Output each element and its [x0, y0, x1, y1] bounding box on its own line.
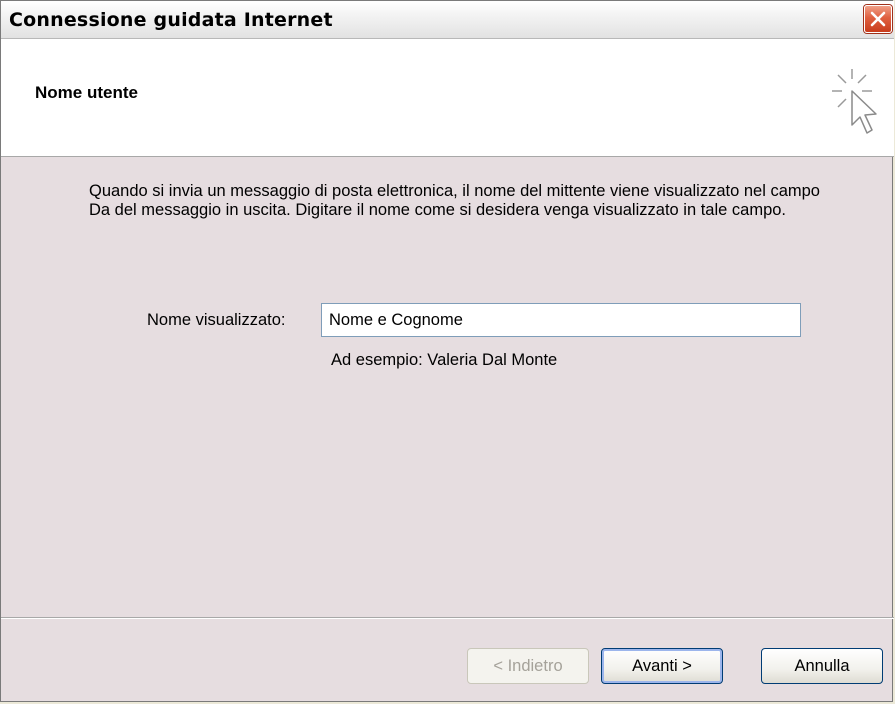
description-text: Quando si invia un messaggio di posta el…: [89, 182, 820, 219]
footer-separator: [1, 617, 894, 619]
window-title: Connessione guidata Internet: [9, 9, 333, 31]
page-title: Nome utente: [35, 83, 138, 102]
wizard-cursor-icon: [832, 69, 877, 134]
close-button[interactable]: [864, 5, 892, 33]
wizard-header: Nome utente: [1, 39, 894, 157]
next-button[interactable]: Avanti >: [601, 648, 723, 684]
display-name-label: Nome visualizzato:: [147, 311, 286, 329]
close-icon: [870, 11, 886, 27]
example-hint: Ad esempio: Valeria Dal Monte: [331, 351, 558, 369]
title-bar[interactable]: Connessione guidata Internet: [1, 1, 894, 39]
display-name-input[interactable]: [321, 303, 801, 337]
back-button[interactable]: < Indietro: [467, 648, 589, 684]
wizard-window: Connessione guidata Internet Nome utente…: [0, 0, 894, 702]
wizard-content: Quando si invia un messaggio di posta el…: [1, 158, 894, 616]
cancel-button[interactable]: Annulla: [761, 648, 883, 684]
